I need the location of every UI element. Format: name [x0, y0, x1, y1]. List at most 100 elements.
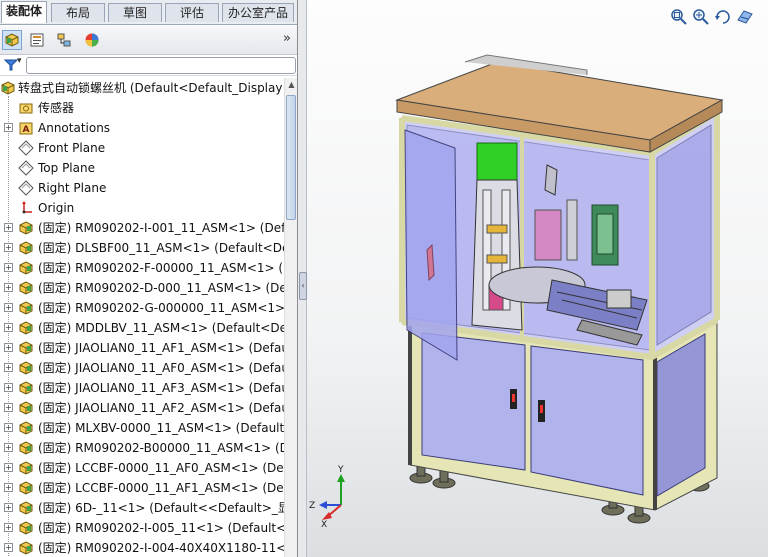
- command-manager-tabs: 装配体 布局 草图 评估 办公室产品: [0, 0, 297, 25]
- expand-toggle-icon[interactable]: +: [4, 543, 13, 552]
- tree-item[interactable]: + (固定) RM090202-B00000_11_ASM<1> (De: [0, 438, 284, 458]
- tree-item[interactable]: + A Annotations: [0, 118, 284, 138]
- graphics-area[interactable]: Y Z X: [307, 0, 768, 557]
- tree-item[interactable]: + (固定) JIAOLIAN0_11_AF3_ASM<1> (Defaul: [0, 378, 284, 398]
- expand-toggle-icon[interactable]: +: [4, 463, 13, 472]
- scroll-thumb[interactable]: [286, 95, 296, 220]
- tree-item[interactable]: 传感器: [0, 98, 284, 118]
- tree-item[interactable]: + (固定) JIAOLIAN0_11_AF1_ASM<1> (Defaul: [0, 338, 284, 358]
- tree-item-label: (固定) RM090202-F-00000_11_ASM<1> (De: [38, 261, 284, 275]
- tree-item[interactable]: + (固定) MLXBV-0000_11_ASM<1> (Default<: [0, 418, 284, 438]
- expand-toggle-icon[interactable]: +: [4, 363, 13, 372]
- tree-item[interactable]: Top Plane: [0, 158, 284, 178]
- tree-item[interactable]: + (固定) RM090202-G-000000_11_ASM<1> (: [0, 298, 284, 318]
- tree-scrollbar[interactable]: ▲: [284, 78, 297, 557]
- subassembly-icon: [18, 360, 34, 376]
- expand-toggle-icon[interactable]: +: [4, 123, 13, 132]
- tree-item[interactable]: + (固定) JIAOLIAN0_11_AF2_ASM<1> (Defaul: [0, 398, 284, 418]
- filter-dropdown-icon[interactable]: ▾: [17, 56, 22, 66]
- tab-sketch[interactable]: 草图: [108, 3, 162, 22]
- expand-toggle-icon[interactable]: +: [4, 303, 13, 312]
- tree-item[interactable]: + (固定) RM090202-I-004-40X40X1180-11<1: [0, 538, 284, 557]
- tab-layout[interactable]: 布局: [51, 3, 105, 22]
- expand-toggle-icon[interactable]: +: [4, 423, 13, 432]
- subassembly-icon: [18, 520, 34, 536]
- panel-toolbar: »: [0, 26, 297, 55]
- expand-toggle-icon[interactable]: +: [4, 503, 13, 512]
- tab-evaluate[interactable]: 评估: [165, 3, 219, 22]
- tree-item[interactable]: + (固定) LCCBF-0000_11_AF0_ASM<1> (Defa: [0, 458, 284, 478]
- tree-item-label: Front Plane: [38, 141, 106, 155]
- svg-text:A: A: [23, 125, 30, 135]
- tree-item[interactable]: Front Plane: [0, 138, 284, 158]
- tree-item[interactable]: + (固定) RM090202-I-001_11_ASM<1> (Defau: [0, 218, 284, 238]
- subassembly-icon: [18, 340, 34, 356]
- tree-item[interactable]: + (固定) RM090202-D-000_11_ASM<1> (Defa: [0, 278, 284, 298]
- feature-manager-icon[interactable]: [2, 30, 22, 50]
- assembly-icon: [0, 80, 16, 96]
- configuration-manager-icon[interactable]: [54, 30, 74, 50]
- tree-item[interactable]: + (固定) 6D-_11<1> (Default<<Default>_显示: [0, 498, 284, 518]
- subassembly-icon: [18, 460, 34, 476]
- subassembly-icon: [18, 280, 34, 296]
- subassembly-icon: [18, 320, 34, 336]
- model-assembly[interactable]: Y Z X: [307, 0, 768, 557]
- tab-assembly[interactable]: 装配体: [1, 1, 47, 23]
- tree-item-label: (固定) LCCBF-0000_11_AF1_ASM<1> (Defa: [38, 481, 284, 495]
- tree-item[interactable]: Right Plane: [0, 178, 284, 198]
- plane-icon: [18, 180, 34, 196]
- expand-toggle-icon[interactable]: +: [4, 243, 13, 252]
- filter-bar: ▾: [0, 55, 297, 76]
- plane-icon: [18, 160, 34, 176]
- subassembly-icon: [18, 380, 34, 396]
- tree-item[interactable]: + (固定) DLSBF00_11_ASM<1> (Default<Def: [0, 238, 284, 258]
- tree-item-label: (固定) MLXBV-0000_11_ASM<1> (Default<: [38, 421, 284, 435]
- tree-item-label: (固定) RM090202-G-000000_11_ASM<1> (: [38, 301, 284, 315]
- svg-text:Y: Y: [337, 465, 344, 475]
- tree-item-label: (固定) JIAOLIAN0_11_AF1_ASM<1> (Defaul: [38, 341, 284, 355]
- filter-input[interactable]: [26, 57, 296, 74]
- expand-panel-button[interactable]: »: [283, 31, 291, 46]
- expand-toggle-icon[interactable]: +: [4, 383, 13, 392]
- expand-toggle-icon[interactable]: +: [4, 523, 13, 532]
- axis-triad: Y Z X: [309, 465, 345, 530]
- expand-toggle-icon[interactable]: +: [4, 483, 13, 492]
- feature-tree: −转盘式自动锁螺丝机 (Default<Default_Display 传感器 + A…: [0, 78, 284, 557]
- tree-root[interactable]: −转盘式自动锁螺丝机 (Default<Default_Display: [0, 78, 284, 98]
- expand-toggle-icon[interactable]: +: [4, 443, 13, 452]
- svg-text:X: X: [321, 520, 327, 530]
- tab-office-products[interactable]: 办公室产品: [222, 3, 294, 22]
- expand-toggle-icon[interactable]: +: [4, 323, 13, 332]
- display-manager-icon[interactable]: [82, 30, 102, 50]
- tree-item[interactable]: + (固定) RM090202-F-00000_11_ASM<1> (De: [0, 258, 284, 278]
- tree-item-label: (固定) RM090202-D-000_11_ASM<1> (Defa: [38, 281, 284, 295]
- tree-item[interactable]: + (固定) LCCBF-0000_11_AF1_ASM<1> (Defa: [0, 478, 284, 498]
- subassembly-icon: [18, 240, 34, 256]
- svg-text:Z: Z: [309, 501, 315, 511]
- subassembly-icon: [18, 480, 34, 496]
- tree-item[interactable]: + (固定) RM090202-I-005_11<1> (Default<<: [0, 518, 284, 538]
- upper-enclosure: [399, 109, 720, 361]
- expand-toggle-icon[interactable]: +: [4, 283, 13, 292]
- tree-item[interactable]: + (固定) MDDLBV_11_ASM<1> (Default<Def: [0, 318, 284, 338]
- filter-icon[interactable]: [4, 58, 18, 72]
- tree-item-label: 传感器: [38, 101, 75, 115]
- expand-toggle-icon[interactable]: +: [4, 343, 13, 352]
- subassembly-icon: [18, 220, 34, 236]
- expand-toggle-icon[interactable]: +: [4, 263, 13, 272]
- tree-item-label: Origin: [38, 201, 75, 215]
- expand-toggle-icon[interactable]: +: [4, 223, 13, 232]
- property-manager-icon[interactable]: [27, 30, 47, 50]
- tree-item-label: (固定) 6D-_11<1> (Default<<Default>_显示: [38, 501, 284, 515]
- tree-item-label: Annotations: [38, 121, 111, 135]
- tree-item-label: Top Plane: [38, 161, 95, 175]
- tree-item-label: (固定) JIAOLIAN0_11_AF2_ASM<1> (Defaul: [38, 401, 284, 415]
- tree-item[interactable]: Origin: [0, 198, 284, 218]
- collapse-panel-icon[interactable]: ‹: [299, 272, 307, 300]
- subassembly-icon: [18, 500, 34, 516]
- scroll-up-icon[interactable]: ▲: [285, 78, 297, 91]
- subassembly-icon: [18, 540, 34, 556]
- tree-item[interactable]: + (固定) JIAOLIAN0_11_AF0_ASM<1> (Defaul: [0, 358, 284, 378]
- expand-toggle-icon[interactable]: +: [4, 403, 13, 412]
- tree-item-label: (固定) RM090202-I-004-40X40X1180-11<1: [38, 541, 284, 555]
